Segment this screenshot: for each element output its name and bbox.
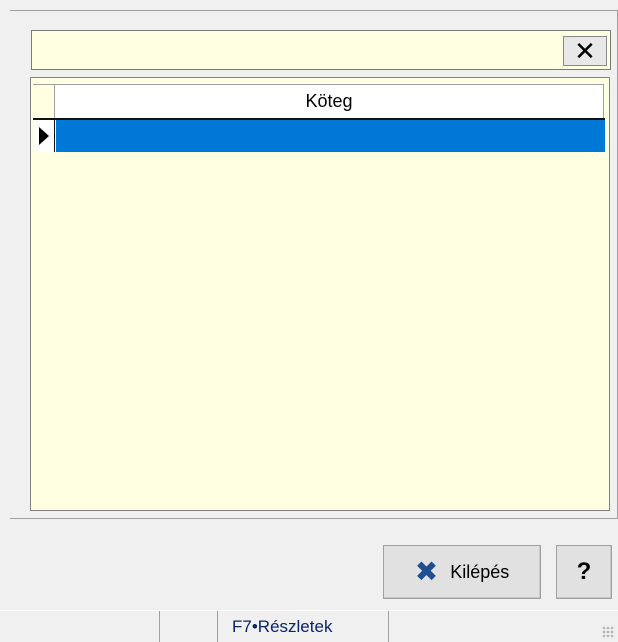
dialog-window: ✕ Köteg ✖ Kilépés ? F7•Részletek xyxy=(0,0,618,642)
help-button[interactable]: ? xyxy=(556,545,612,599)
column-header-koteg[interactable]: Köteg xyxy=(55,84,604,118)
grid-header: Köteg xyxy=(31,84,609,118)
exit-button-label: Kilépés xyxy=(450,561,510,582)
status-divider xyxy=(217,611,218,642)
exit-button[interactable]: ✖ Kilépés xyxy=(383,545,541,599)
data-grid[interactable]: Köteg xyxy=(30,77,610,511)
search-input[interactable] xyxy=(36,35,556,65)
row-indicator[interactable] xyxy=(33,120,55,152)
status-shortcut-details[interactable]: F7•Részletek xyxy=(232,611,332,642)
resize-grip-icon[interactable] xyxy=(602,626,614,638)
current-row-arrow-icon xyxy=(38,127,49,145)
table-cell-koteg[interactable] xyxy=(56,120,605,152)
table-row[interactable] xyxy=(33,120,605,152)
help-button-label: ? xyxy=(576,558,592,585)
status-bar: F7•Részletek xyxy=(0,610,618,642)
search-field[interactable] xyxy=(31,30,611,70)
column-header-label: Köteg xyxy=(305,91,353,111)
close-icon: ✕ xyxy=(574,36,596,66)
status-divider xyxy=(159,611,160,642)
status-divider xyxy=(388,611,389,642)
row-header-corner xyxy=(33,84,55,118)
shortcut-label: Részletek xyxy=(257,617,333,636)
shortcut-key: F7 xyxy=(232,617,252,636)
x-icon: ✖ xyxy=(414,556,439,587)
clear-search-button[interactable]: ✕ xyxy=(563,36,607,66)
